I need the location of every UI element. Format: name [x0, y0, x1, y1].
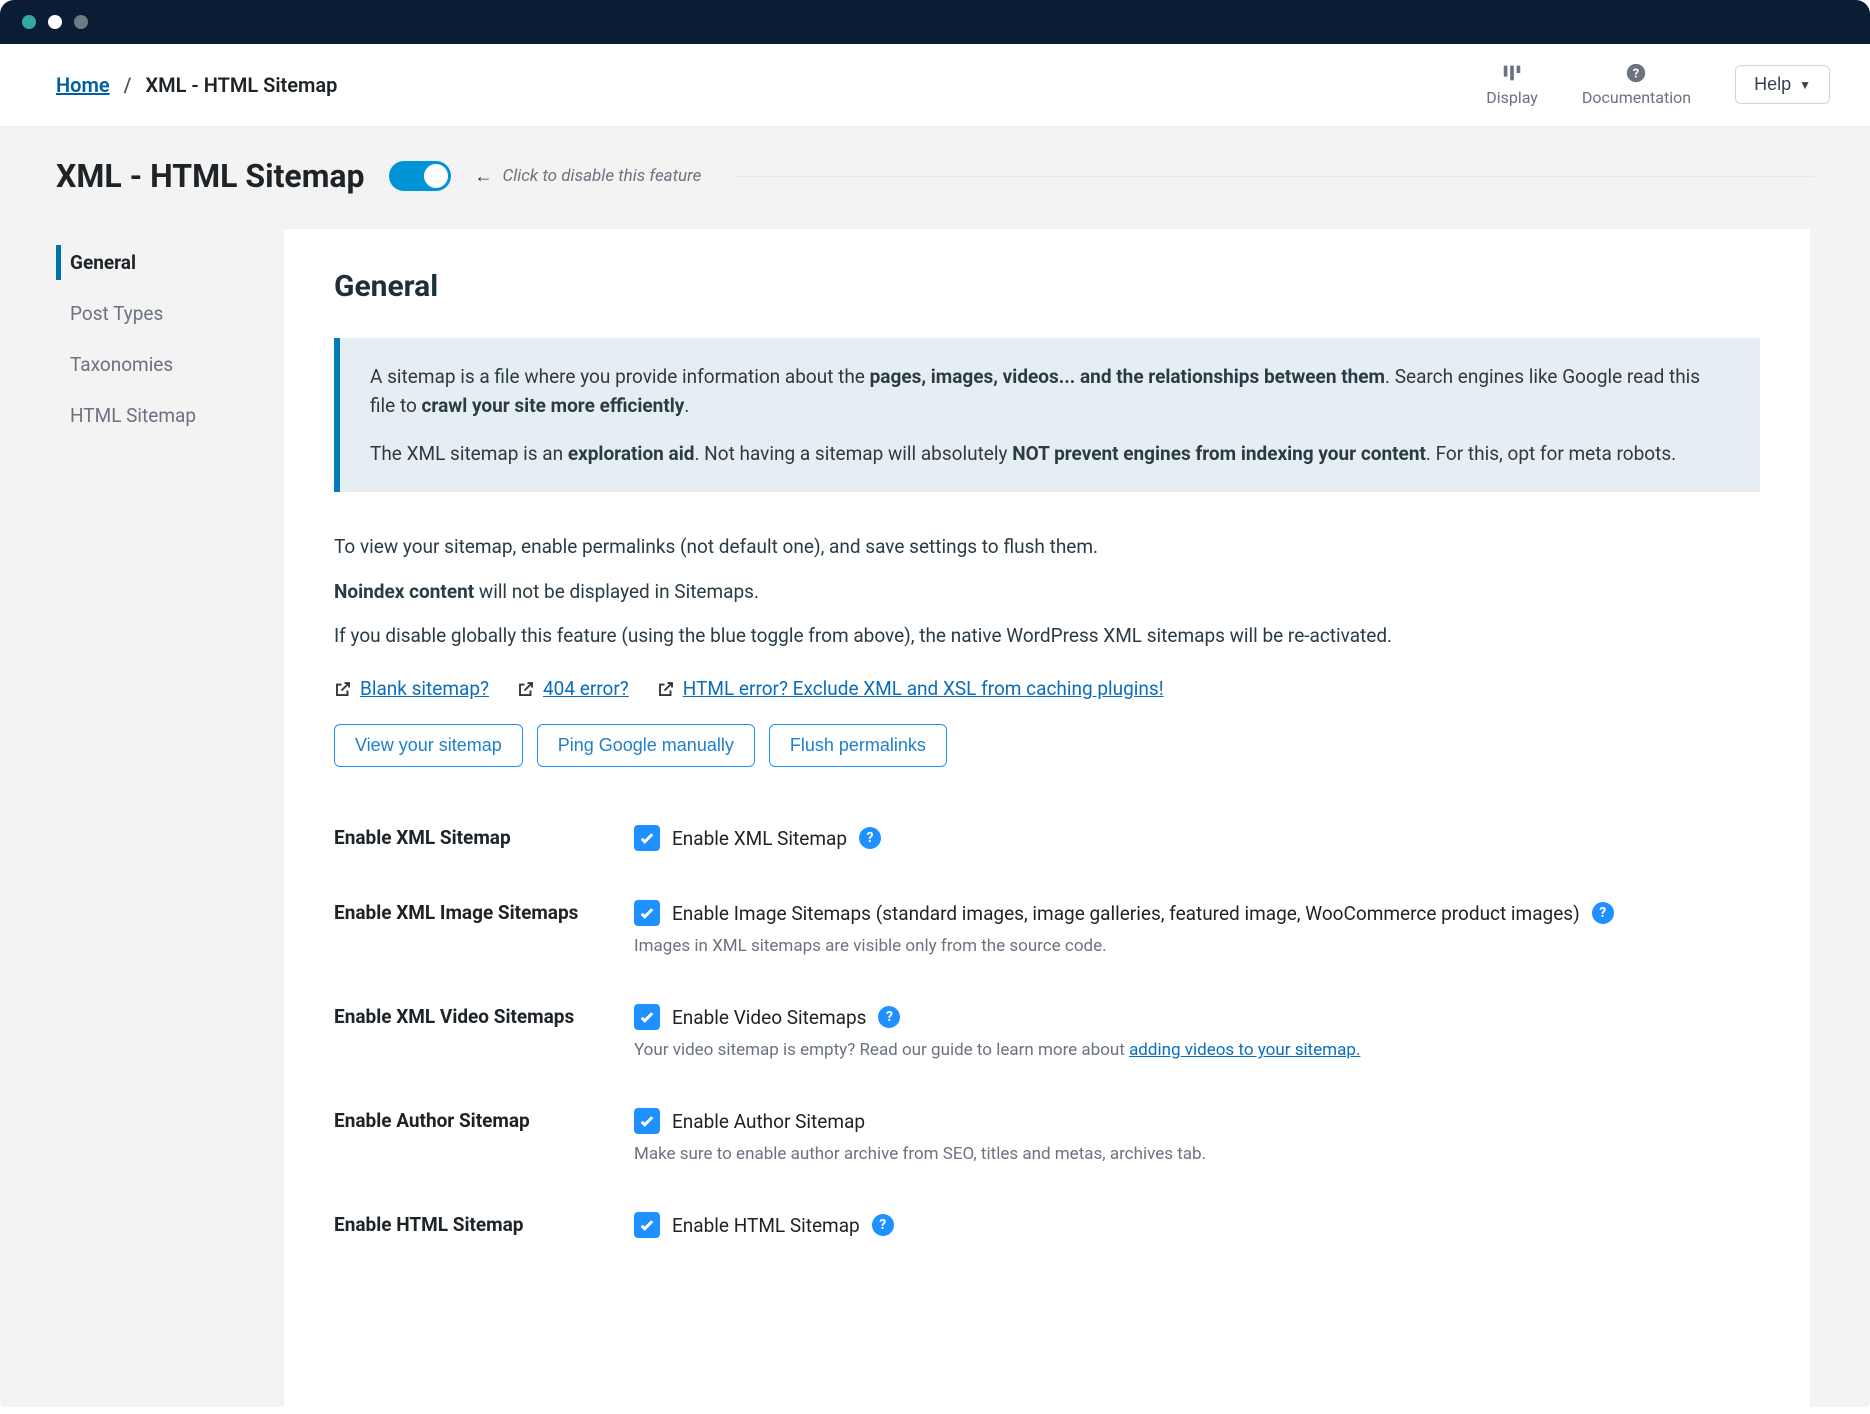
checkbox-video[interactable]	[634, 1004, 660, 1030]
desc-noindex: Noindex content will not be displayed in…	[334, 577, 1760, 607]
topbar: Home / XML - HTML Sitemap Display ? Docu…	[0, 44, 1870, 126]
checkbox-xml[interactable]	[634, 825, 660, 851]
sidebar-nav: General Post Types Taxonomies HTML Sitem…	[0, 229, 284, 1407]
view-sitemap-button[interactable]: View your sitemap	[334, 724, 523, 767]
check-icon	[638, 829, 656, 847]
check-icon	[638, 904, 656, 922]
info-notice: A sitemap is a file where you provide in…	[334, 338, 1760, 492]
setting-xml-sitemap: Enable XML Sitemap Enable XML Sitemap ?	[334, 807, 1760, 882]
check-icon	[638, 1216, 656, 1234]
toggle-hint: ← Click to disable this feature	[475, 166, 702, 187]
notice-paragraph-2: The XML sitemap is an exploration aid. N…	[370, 439, 1730, 468]
display-icon	[1501, 62, 1523, 84]
setting-label-author: Enable Author Sitemap	[334, 1108, 634, 1164]
help-button-label: Help	[1754, 74, 1791, 95]
page-header: XML - HTML Sitemap ← Click to disable th…	[0, 126, 1870, 229]
subtext-author: Make sure to enable author archive from …	[634, 1144, 1760, 1164]
help-links-row: Blank sitemap? 404 error? HTML error? Ex…	[334, 677, 1760, 700]
desc-permalinks: To view your sitemap, enable permalinks …	[334, 532, 1760, 562]
subtext-video: Your video sitemap is empty? Read our gu…	[634, 1040, 1760, 1060]
caret-down-icon: ▼	[1799, 78, 1811, 92]
toggle-hint-text: Click to disable this feature	[503, 166, 702, 186]
body-layout: General Post Types Taxonomies HTML Sitem…	[0, 229, 1870, 1407]
page-title: XML - HTML Sitemap	[56, 157, 365, 195]
breadcrumb-separator: /	[124, 73, 132, 97]
check-icon	[638, 1112, 656, 1130]
setting-html-sitemap: Enable HTML Sitemap Enable HTML Sitemap …	[334, 1194, 1760, 1269]
flush-permalinks-button[interactable]: Flush permalinks	[769, 724, 947, 767]
checkbox-html-label: Enable HTML Sitemap	[672, 1214, 860, 1237]
help-icon[interactable]: ?	[872, 1214, 894, 1236]
sidebar-item-html-sitemap[interactable]: HTML Sitemap	[0, 390, 284, 441]
setting-video-sitemap: Enable XML Video Sitemaps Enable Video S…	[334, 986, 1760, 1090]
sidebar-item-general[interactable]: General	[0, 237, 284, 288]
link-html-error[interactable]: HTML error? Exclude XML and XSL from cac…	[657, 677, 1164, 700]
window-minimize-dot[interactable]	[48, 15, 62, 29]
subtext-image: Images in XML sitemaps are visible only …	[634, 936, 1760, 956]
display-nav[interactable]: Display	[1486, 62, 1538, 107]
setting-label-html: Enable HTML Sitemap	[334, 1212, 634, 1239]
checkbox-author[interactable]	[634, 1108, 660, 1134]
window-maximize-dot[interactable]	[74, 15, 88, 29]
documentation-nav[interactable]: ? Documentation	[1582, 62, 1691, 107]
breadcrumb: Home / XML - HTML Sitemap	[56, 73, 337, 97]
arrow-left-icon: ←	[475, 166, 493, 187]
topbar-right: Display ? Documentation Help ▼	[1486, 62, 1830, 107]
link-blank-sitemap[interactable]: Blank sitemap?	[334, 677, 489, 700]
external-link-icon	[334, 680, 352, 698]
ping-google-button[interactable]: Ping Google manually	[537, 724, 755, 767]
notice-paragraph-1: A sitemap is a file where you provide in…	[370, 362, 1730, 421]
breadcrumb-current: XML - HTML Sitemap	[145, 73, 337, 97]
window-close-dot[interactable]	[22, 15, 36, 29]
question-circle-icon: ?	[1625, 62, 1647, 84]
external-link-icon	[517, 680, 535, 698]
setting-label-image: Enable XML Image Sitemaps	[334, 900, 634, 956]
documentation-label: Documentation	[1582, 88, 1691, 107]
check-icon	[638, 1008, 656, 1026]
checkbox-video-label: Enable Video Sitemaps	[672, 1006, 866, 1029]
window-titlebar	[0, 0, 1870, 44]
setting-label-xml: Enable XML Sitemap	[334, 825, 634, 852]
video-guide-link[interactable]: adding videos to your sitemap.	[1129, 1040, 1360, 1060]
display-label: Display	[1486, 88, 1538, 107]
checkbox-xml-label: Enable XML Sitemap	[672, 827, 847, 850]
help-button[interactable]: Help ▼	[1735, 65, 1830, 104]
sidebar-item-post-types[interactable]: Post Types	[0, 288, 284, 339]
svg-text:?: ?	[1633, 67, 1639, 82]
toggle-knob	[424, 164, 448, 188]
checkbox-image-label: Enable Image Sitemaps (standard images, …	[672, 902, 1580, 925]
feature-toggle[interactable]	[389, 161, 451, 191]
setting-author-sitemap: Enable Author Sitemap Enable Author Site…	[334, 1090, 1760, 1194]
link-404-error[interactable]: 404 error?	[517, 677, 629, 700]
main-content: General A sitemap is a file where you pr…	[284, 229, 1810, 1407]
help-icon[interactable]: ?	[1592, 902, 1614, 924]
checkbox-image[interactable]	[634, 900, 660, 926]
help-icon[interactable]: ?	[859, 827, 881, 849]
sidebar-item-taxonomies[interactable]: Taxonomies	[0, 339, 284, 390]
setting-label-video: Enable XML Video Sitemaps	[334, 1004, 634, 1060]
header-divider	[735, 176, 1814, 177]
external-link-icon	[657, 680, 675, 698]
help-icon[interactable]: ?	[878, 1006, 900, 1028]
breadcrumb-home-link[interactable]: Home	[56, 73, 110, 97]
desc-disable: If you disable globally this feature (us…	[334, 621, 1760, 651]
checkbox-author-label: Enable Author Sitemap	[672, 1110, 865, 1133]
checkbox-html[interactable]	[634, 1212, 660, 1238]
button-row: View your sitemap Ping Google manually F…	[334, 724, 1760, 767]
setting-image-sitemap: Enable XML Image Sitemaps Enable Image S…	[334, 882, 1760, 986]
section-title: General	[334, 269, 1760, 304]
